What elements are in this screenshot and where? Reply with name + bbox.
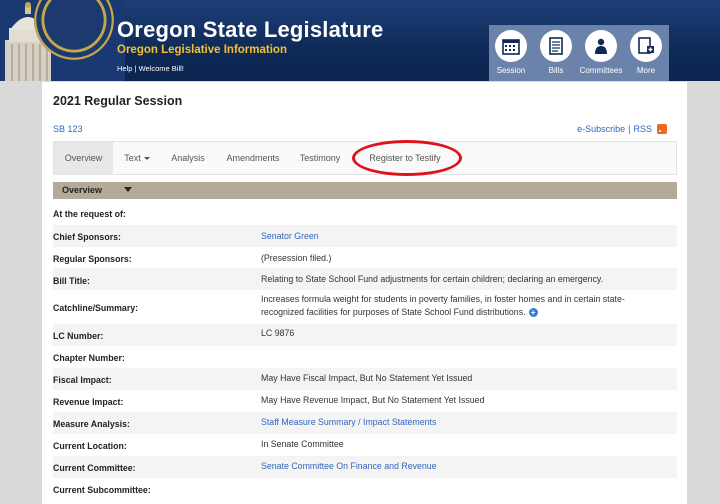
row-value-bill-title: Relating to State School Fund adjustment…: [261, 274, 604, 284]
detail-row: Bill Title: Relating to State School Fun…: [53, 268, 677, 290]
chief-sponsor-link[interactable]: Senator Green: [261, 230, 661, 243]
row-label-chapter-number: Chapter Number:: [53, 353, 125, 363]
row-label-current-committee: Current Committee:: [53, 463, 136, 473]
site-title: Oregon State Legislature: [117, 17, 384, 42]
detail-row: Current Subcommittee:: [53, 478, 677, 500]
chevron-down-icon: [124, 187, 132, 192]
tab-overview[interactable]: Overview: [54, 142, 113, 175]
nav-session-button[interactable]: Session: [489, 30, 533, 78]
subscribe-separator: |: [628, 124, 631, 134]
tab-amendments[interactable]: Amendments: [218, 142, 288, 175]
nav-bills-button[interactable]: Bills: [534, 30, 578, 78]
row-label-current-location: Current Location:: [53, 441, 127, 451]
nav-session-label: Session: [496, 66, 526, 75]
subscribe-links: e-Subscribe | RSS: [577, 124, 667, 134]
overview-section-title: Overview: [62, 185, 103, 195]
tab-text[interactable]: Text: [116, 142, 158, 175]
bill-number-link[interactable]: SB 123: [53, 124, 83, 134]
detail-row: At the request of:: [53, 204, 677, 225]
nav-committees-label: Committees: [579, 66, 623, 75]
plus-document-icon: [630, 30, 662, 62]
row-label-catchline: Catchline/Summary:: [53, 303, 139, 313]
annotation-circle: [352, 140, 462, 176]
detail-row: Regular Sponsors: (Presession filed.): [53, 247, 677, 268]
rss-icon[interactable]: [657, 124, 667, 134]
row-value-revenue-impact: May Have Revenue Impact, But No Statemen…: [261, 395, 485, 405]
content-panel: 2021 Regular Session SB 123 e-Subscribe …: [42, 82, 687, 504]
row-value-fiscal-impact: May Have Fiscal Impact, But No Statement…: [261, 373, 473, 383]
main-nav: Session Bills Committees More: [489, 25, 669, 81]
nav-bills-label: Bills: [548, 66, 564, 75]
page-title: 2021 Regular Session: [53, 94, 183, 108]
calendar-icon: [495, 30, 527, 62]
site-header: Oregon State Legislature Oregon Legislat…: [0, 0, 720, 81]
detail-row: Fiscal Impact: May Have Fiscal Impact, B…: [53, 368, 677, 390]
row-label-fiscal-impact: Fiscal Impact:: [53, 375, 112, 385]
catchline-text: Increases formula weight for students in…: [261, 294, 625, 317]
row-value-lc-number: LC 9876: [261, 328, 295, 338]
user-links: Help | Welcome Bill!: [117, 64, 184, 73]
detail-row: Chapter Number:: [53, 346, 677, 368]
row-value-regular-sponsors: (Presession filed.): [261, 253, 332, 263]
expand-plus-icon[interactable]: +: [528, 308, 538, 318]
row-label-measure-analysis: Measure Analysis:: [53, 419, 130, 429]
row-label-lc-number: LC Number:: [53, 331, 104, 341]
detail-row: Current Committee: Senate Committee On F…: [53, 456, 677, 478]
tab-testimony[interactable]: Testimony: [292, 142, 348, 175]
measure-analysis-link[interactable]: Staff Measure Summary / Impact Statement…: [261, 416, 661, 429]
row-value-catchline: Increases formula weight for students in…: [261, 293, 661, 319]
row-label-regular-sponsors: Regular Sponsors:: [53, 254, 132, 264]
overview-section-header[interactable]: Overview: [53, 182, 677, 199]
row-label-chief-sponsors: Chief Sponsors:: [53, 232, 121, 242]
tab-text-label: Text: [124, 153, 141, 163]
detail-row: LC Number: LC 9876: [53, 324, 677, 346]
row-label-revenue-impact: Revenue Impact:: [53, 397, 124, 407]
site-subtitle: Oregon Legislative Information: [117, 44, 287, 56]
detail-row: Catchline/Summary: Increases formula wei…: [53, 290, 677, 324]
welcome-link[interactable]: Welcome Bill!: [139, 64, 184, 73]
tab-analysis[interactable]: Analysis: [162, 142, 214, 175]
detail-row: Revenue Impact: May Have Revenue Impact,…: [53, 390, 677, 412]
people-icon: [585, 30, 617, 62]
current-committee-link[interactable]: Senate Committee On Finance and Revenue: [261, 460, 661, 473]
row-label-bill-title: Bill Title:: [53, 276, 90, 286]
document-icon: [540, 30, 572, 62]
help-link[interactable]: Help: [117, 64, 132, 73]
nav-more-label: More: [636, 66, 656, 75]
row-label-current-subcommittee: Current Subcommittee:: [53, 485, 151, 495]
nav-more-button[interactable]: More: [624, 30, 668, 78]
row-value-current-location: In Senate Committee: [261, 439, 344, 449]
e-subscribe-link[interactable]: e-Subscribe: [577, 124, 625, 134]
detail-row: Current Location: In Senate Committee: [53, 434, 677, 456]
detail-row: Measure Analysis: Staff Measure Summary …: [53, 412, 677, 434]
row-label-request: At the request of:: [53, 209, 126, 219]
detail-row: Chief Sponsors: Senator Green: [53, 225, 677, 247]
caret-down-icon: [143, 157, 150, 161]
user-links-separator: |: [134, 64, 137, 73]
rss-link[interactable]: RSS: [633, 124, 652, 134]
nav-committees-button[interactable]: Committees: [579, 30, 623, 78]
